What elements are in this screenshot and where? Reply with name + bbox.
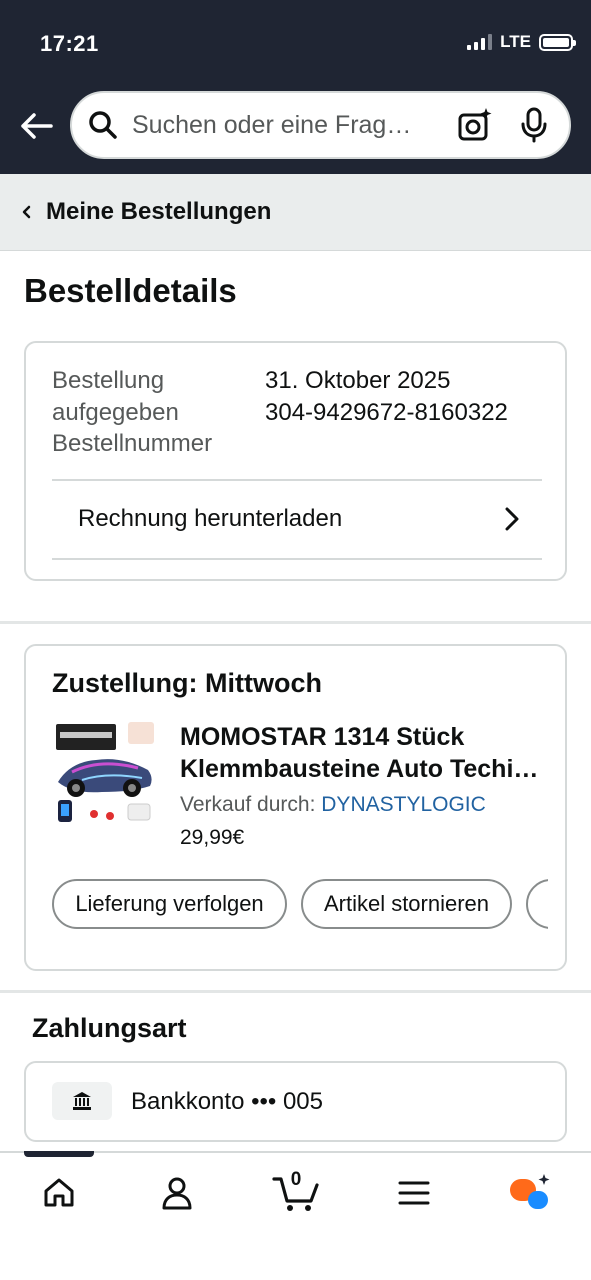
divider	[52, 558, 542, 560]
nav-home[interactable]	[29, 1171, 89, 1215]
delivery-title: Zustellung: Mittwoch	[52, 668, 322, 698]
rufus-icon	[510, 1174, 550, 1209]
order-placed-label-line2: aufgegeben	[52, 398, 179, 426]
more-actions-button[interactable]	[526, 879, 548, 929]
home-icon	[44, 1178, 74, 1207]
back-arrow-icon	[21, 113, 53, 139]
payment-method: Bankkonto ••• 005	[131, 1088, 323, 1115]
nav-cart[interactable]: 0	[265, 1169, 327, 1215]
app-header: 17:21 LTE Suchen oder eine Frag…	[0, 0, 591, 174]
microphone-icon[interactable]	[519, 107, 549, 143]
account-icon	[162, 1177, 192, 1210]
payment-title: Zahlungsart	[32, 1013, 187, 1043]
product-price: 29,99€	[180, 826, 245, 849]
seller-info: Verkauf durch: DYNASTYLOGIC	[180, 793, 486, 817]
seller-link[interactable]: DYNASTYLOGIC	[321, 793, 486, 816]
product-title-line2[interactable]: Klemmbausteine Auto Techi…	[180, 753, 550, 785]
order-info-card: Bestellung aufgegeben Bestellnummer 31. …	[24, 341, 567, 581]
battery-icon	[539, 33, 576, 51]
product-title-line1[interactable]: MOMOSTAR 1314 Stück	[180, 721, 550, 753]
back-button[interactable]	[16, 108, 56, 144]
chevron-left-icon	[22, 205, 31, 219]
search-input[interactable]: Suchen oder eine Frag…	[132, 111, 457, 140]
camera-search-icon[interactable]	[457, 107, 493, 143]
search-icon	[89, 111, 117, 139]
page-title: Bestelldetails	[24, 272, 237, 309]
search-field[interactable]: Suchen oder eine Frag…	[70, 91, 571, 159]
order-info-values: 31. Oktober 2025 304-9429672-8160322	[265, 365, 508, 428]
payment-card: Bankkonto ••• 005	[24, 1061, 567, 1142]
breadcrumb-label[interactable]: Meine Bestellungen	[46, 198, 271, 226]
bank-icon	[52, 1082, 112, 1120]
download-invoice-row[interactable]: Rechnung herunterladen	[52, 480, 542, 558]
product-title[interactable]: MOMOSTAR 1314 Stück Klemmbausteine Auto …	[180, 721, 550, 785]
status-indicators: LTE	[467, 32, 576, 52]
status-time: 17:21	[40, 31, 99, 56]
delivery-actions: Lieferung verfolgen Artikel stornieren	[52, 879, 548, 931]
signal-icon	[467, 34, 493, 50]
track-delivery-button[interactable]: Lieferung verfolgen	[52, 879, 287, 929]
cart-count: 0	[290, 1169, 302, 1190]
section-separator	[0, 621, 591, 624]
nav-menu[interactable]	[384, 1171, 444, 1215]
nav-account[interactable]	[147, 1171, 207, 1215]
cancel-item-button[interactable]: Artikel stornieren	[301, 879, 512, 929]
menu-icon	[398, 1181, 430, 1205]
nav-rufus[interactable]	[500, 1171, 560, 1215]
order-number-label: Bestellnummer	[52, 430, 213, 457]
breadcrumb[interactable]: Meine Bestellungen	[0, 174, 591, 251]
download-invoice-label[interactable]: Rechnung herunterladen	[78, 505, 342, 533]
network-label: LTE	[500, 32, 531, 51]
chevron-right-icon	[505, 507, 519, 531]
order-info-labels: Bestellung aufgegeben Bestellnummer	[52, 365, 212, 460]
order-placed-label-line1: Bestellung	[52, 367, 165, 394]
product-image[interactable]	[52, 720, 158, 826]
section-separator	[0, 990, 591, 993]
order-number-value: 304-9429672-8160322	[265, 398, 508, 426]
nav-active-indicator	[24, 1151, 94, 1157]
delivery-card: Zustellung: Mittwoch MOMOSTAR 1314 Stück…	[24, 644, 567, 971]
bottom-nav: 0	[0, 1151, 591, 1280]
order-placed-value: 31. Oktober 2025	[265, 367, 451, 394]
seller-prefix: Verkauf durch:	[180, 793, 316, 816]
